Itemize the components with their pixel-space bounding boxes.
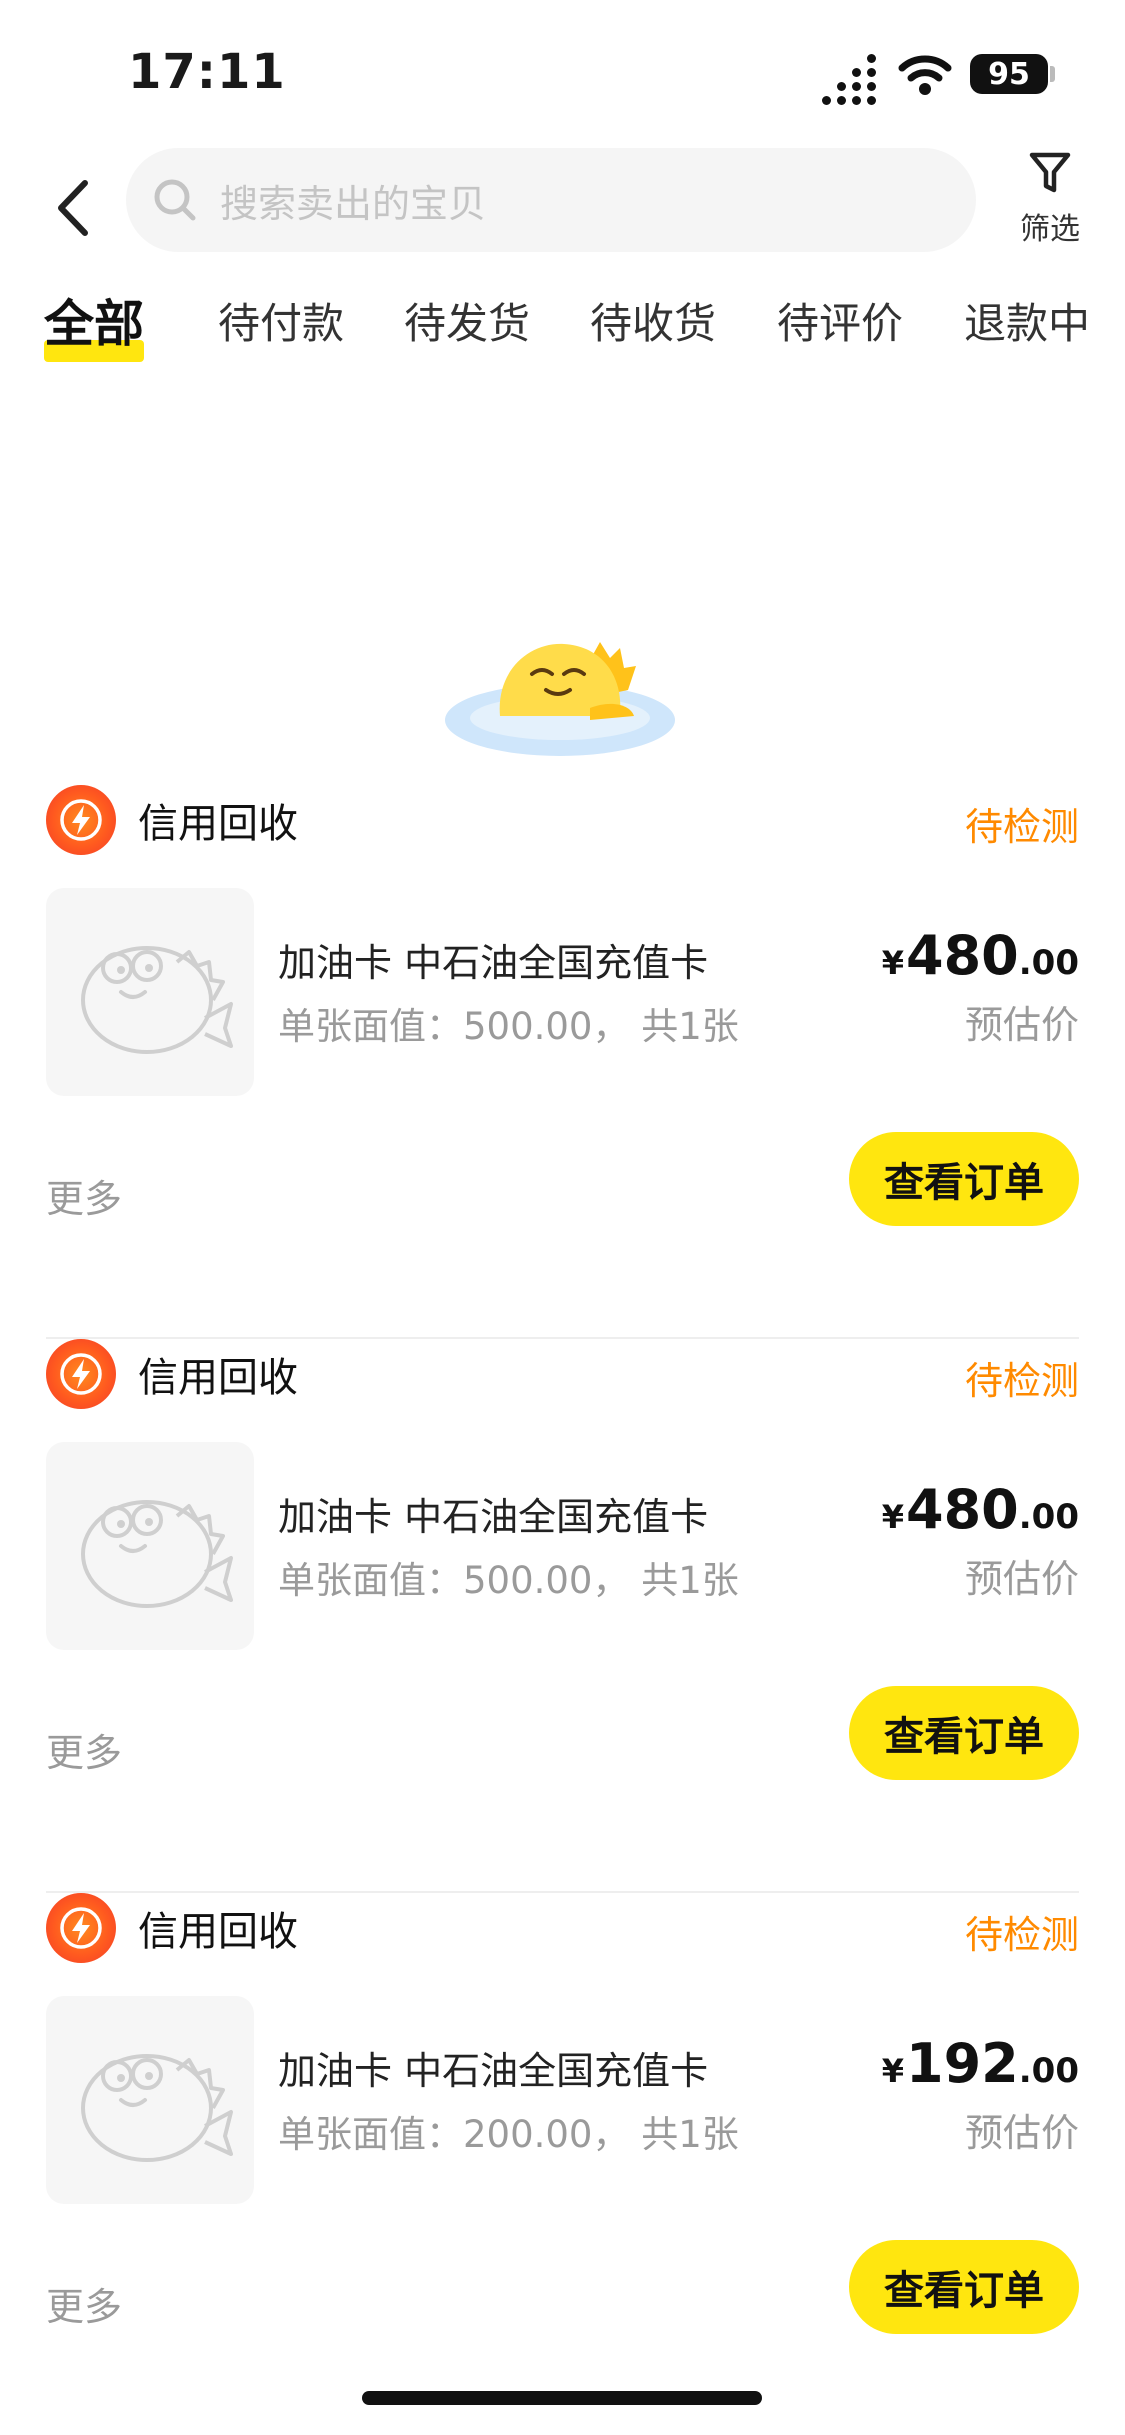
cellular-signal-icon — [822, 54, 876, 105]
tab-label: 待评价 — [777, 299, 904, 348]
order-status: 待检测 — [964, 1359, 1079, 1403]
price-currency: ¥ — [881, 1498, 905, 1536]
product-thumbnail[interactable] — [46, 1996, 254, 2204]
tab-pending-review[interactable]: 待评价 — [777, 290, 903, 351]
tab-pending-shipment[interactable]: 待发货 — [404, 290, 530, 351]
chevron-left-icon — [58, 180, 88, 236]
tab-label: 待收货 — [590, 299, 717, 348]
shop-row[interactable]: 信用回收 — [46, 1892, 298, 1964]
product-thumbnail[interactable] — [46, 1442, 254, 1650]
price-integer: 192 — [906, 2032, 1019, 2095]
search-icon — [154, 179, 196, 221]
battery-tip — [1050, 66, 1055, 82]
order-card: 信用回收 待检测 加油卡 中石油全国充值卡 单张面值：500.00， 共1张 ¥… — [0, 1338, 1125, 1894]
home-indicator[interactable] — [362, 2391, 762, 2405]
fish-placeholder-icon — [81, 2054, 233, 2162]
order-status: 待检测 — [964, 805, 1079, 849]
tab-label: 全部 — [44, 295, 144, 353]
order-card: 信用回收 待检测 加油卡 中石油全国充值卡 单张面值：200.00， 共1张 ¥… — [0, 1892, 1125, 2435]
shop-row[interactable]: 信用回收 — [46, 784, 298, 856]
lightning-icon — [46, 1893, 116, 1963]
tab-refunding[interactable]: 退款中 — [964, 290, 1090, 351]
item-price: ¥ 480 .00 — [882, 1478, 1079, 1541]
price-decimal: .00 — [1018, 943, 1079, 983]
lightning-icon — [46, 785, 116, 855]
lightning-icon — [46, 1339, 116, 1409]
shop-row[interactable]: 信用回收 — [46, 1338, 298, 1410]
more-link[interactable]: 更多 — [46, 2276, 122, 2331]
item-price: ¥ 192 .00 — [882, 2032, 1079, 2095]
tab-pending-payment[interactable]: 待付款 — [218, 290, 344, 351]
filter-label: 筛选 — [1020, 212, 1080, 247]
fish-placeholder-icon — [81, 946, 233, 1054]
order-status: 待检测 — [964, 1913, 1079, 1957]
item-spec: 单张面值：200.00， 共1张 — [278, 2113, 739, 2156]
price-decimal: .00 — [1018, 1497, 1079, 1537]
top-nav: 搜索卖出的宝贝 筛选 — [0, 140, 1125, 270]
shop-name: 信用回收 — [138, 801, 298, 847]
order-card: 信用回收 待检测 加油卡 中石油全国充值卡 单张面值：500.00， 共1张 ¥… — [0, 784, 1125, 1340]
price-label: 预估价 — [964, 1557, 1079, 1601]
battery-icon: 95 — [970, 54, 1048, 94]
shop-name: 信用回收 — [138, 1355, 298, 1401]
order-status-tabs: 全部 待付款 待发货 待收货 待评价 退款中 — [0, 280, 1125, 380]
tab-label: 待付款 — [218, 299, 345, 348]
view-order-button[interactable]: 查看订单 — [849, 2240, 1079, 2334]
filter-icon — [1029, 152, 1071, 193]
product-thumbnail[interactable] — [46, 888, 254, 1096]
filter-button[interactable]: 筛选 — [1000, 150, 1100, 260]
price-label: 预估价 — [964, 1003, 1079, 1047]
status-bar: 17:11 95 — [0, 0, 1125, 140]
item-spec: 单张面值：500.00， 共1张 — [278, 1005, 739, 1048]
battery-level: 95 — [988, 56, 1030, 92]
search-placeholder: 搜索卖出的宝贝 — [220, 181, 487, 226]
view-order-button[interactable]: 查看订单 — [849, 1132, 1079, 1226]
price-decimal: .00 — [1018, 2051, 1079, 2091]
more-link[interactable]: 更多 — [46, 1168, 122, 1223]
price-label: 预估价 — [964, 2111, 1079, 2155]
more-link[interactable]: 更多 — [46, 1722, 122, 1777]
item-title: 加油卡 中石油全国充值卡 — [278, 1495, 709, 1539]
tab-pending-receipt[interactable]: 待收货 — [590, 290, 716, 351]
tab-label: 待发货 — [404, 299, 531, 348]
status-time: 17:11 — [128, 44, 286, 100]
back-button[interactable] — [40, 168, 106, 248]
item-spec: 单张面值：500.00， 共1张 — [278, 1559, 739, 1602]
search-input[interactable]: 搜索卖出的宝贝 — [126, 148, 976, 252]
shop-name: 信用回收 — [138, 1909, 298, 1955]
mascot-illustration — [440, 620, 680, 760]
price-integer: 480 — [906, 1478, 1019, 1541]
tab-all[interactable]: 全部 — [44, 284, 144, 356]
item-title: 加油卡 中石油全国充值卡 — [278, 2049, 709, 2093]
item-price: ¥ 480 .00 — [882, 924, 1079, 987]
fish-placeholder-icon — [81, 1500, 233, 1608]
tab-label: 退款中 — [964, 299, 1091, 348]
price-integer: 480 — [906, 924, 1019, 987]
price-currency: ¥ — [881, 944, 905, 982]
wifi-icon — [898, 52, 952, 100]
price-currency: ¥ — [881, 2052, 905, 2090]
view-order-button[interactable]: 查看订单 — [849, 1686, 1079, 1780]
item-title: 加油卡 中石油全国充值卡 — [278, 941, 709, 985]
